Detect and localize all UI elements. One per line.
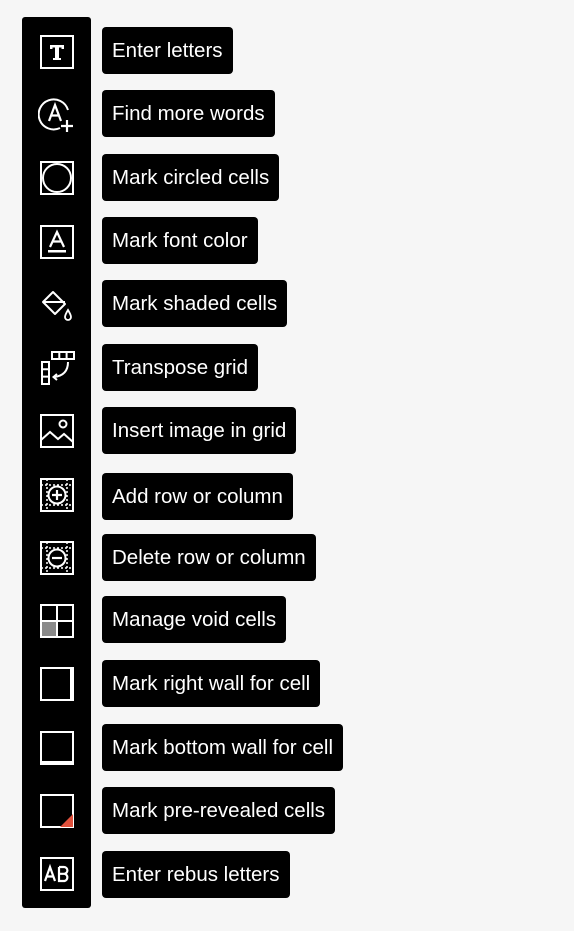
- font-color-icon: [39, 225, 74, 259]
- tooltip-mark-circled-cells: Mark circled cells: [102, 154, 280, 201]
- tooltip-insert-image: Insert image in grid: [102, 407, 297, 454]
- delete-row-column-button[interactable]: [22, 529, 91, 587]
- tooltip-manage-void-cells: Manage void cells: [102, 596, 287, 643]
- mark-right-wall-button[interactable]: [22, 655, 91, 713]
- find-more-words-button[interactable]: [22, 86, 91, 144]
- tooltip-mark-shaded-cells: Mark shaded cells: [102, 280, 288, 327]
- mark-pre-revealed-button[interactable]: [22, 782, 91, 840]
- text-t-icon: [39, 35, 74, 69]
- tooltip-mark-pre-revealed: Mark pre-revealed cells: [102, 787, 336, 834]
- transpose-icon: [40, 351, 75, 385]
- tooltip-mark-right-wall: Mark right wall for cell: [102, 660, 321, 707]
- tooltip-enter-letters: Enter letters: [102, 27, 233, 74]
- tooltip-find-more-words: Find more words: [102, 90, 275, 137]
- tooltip-mark-font-color: Mark font color: [102, 217, 258, 264]
- enter-rebus-button[interactable]: [22, 845, 91, 903]
- letter-a-plus-icon: [37, 98, 73, 132]
- add-row-column-button[interactable]: [22, 466, 91, 524]
- transpose-grid-button[interactable]: [22, 339, 91, 397]
- puzzle-editor-toolbar: [22, 17, 91, 908]
- grid-remove-icon: [39, 541, 74, 575]
- pre-revealed-icon: [39, 794, 74, 828]
- mark-bottom-wall-button[interactable]: [22, 719, 91, 777]
- pre-revealed-corner: [59, 814, 73, 827]
- tooltip-add-row-column: Add row or column: [102, 473, 293, 520]
- right-wall-icon: [39, 667, 74, 701]
- void-cells-icon: [39, 604, 74, 638]
- tooltip-mark-bottom-wall: Mark bottom wall for cell: [102, 724, 344, 771]
- mark-shaded-cells-button[interactable]: [22, 276, 91, 334]
- tooltip-enter-rebus: Enter rebus letters: [102, 851, 290, 898]
- void-cell-fill: [40, 621, 57, 637]
- image-icon: [39, 414, 74, 448]
- manage-void-cells-button[interactable]: [22, 592, 91, 650]
- paint-bucket-icon: [41, 291, 72, 321]
- mark-font-color-button[interactable]: [22, 213, 91, 271]
- enter-letters-button[interactable]: [22, 23, 91, 81]
- rebus-ab-icon: [39, 857, 74, 891]
- grid-add-icon: [39, 478, 74, 512]
- insert-image-button[interactable]: [22, 402, 91, 460]
- mark-circled-cells-button[interactable]: [22, 149, 91, 207]
- tooltip-delete-row-column: Delete row or column: [102, 534, 316, 581]
- tooltip-transpose-grid: Transpose grid: [102, 344, 258, 391]
- circle-icon: [39, 161, 74, 195]
- bottom-wall-icon: [39, 731, 74, 765]
